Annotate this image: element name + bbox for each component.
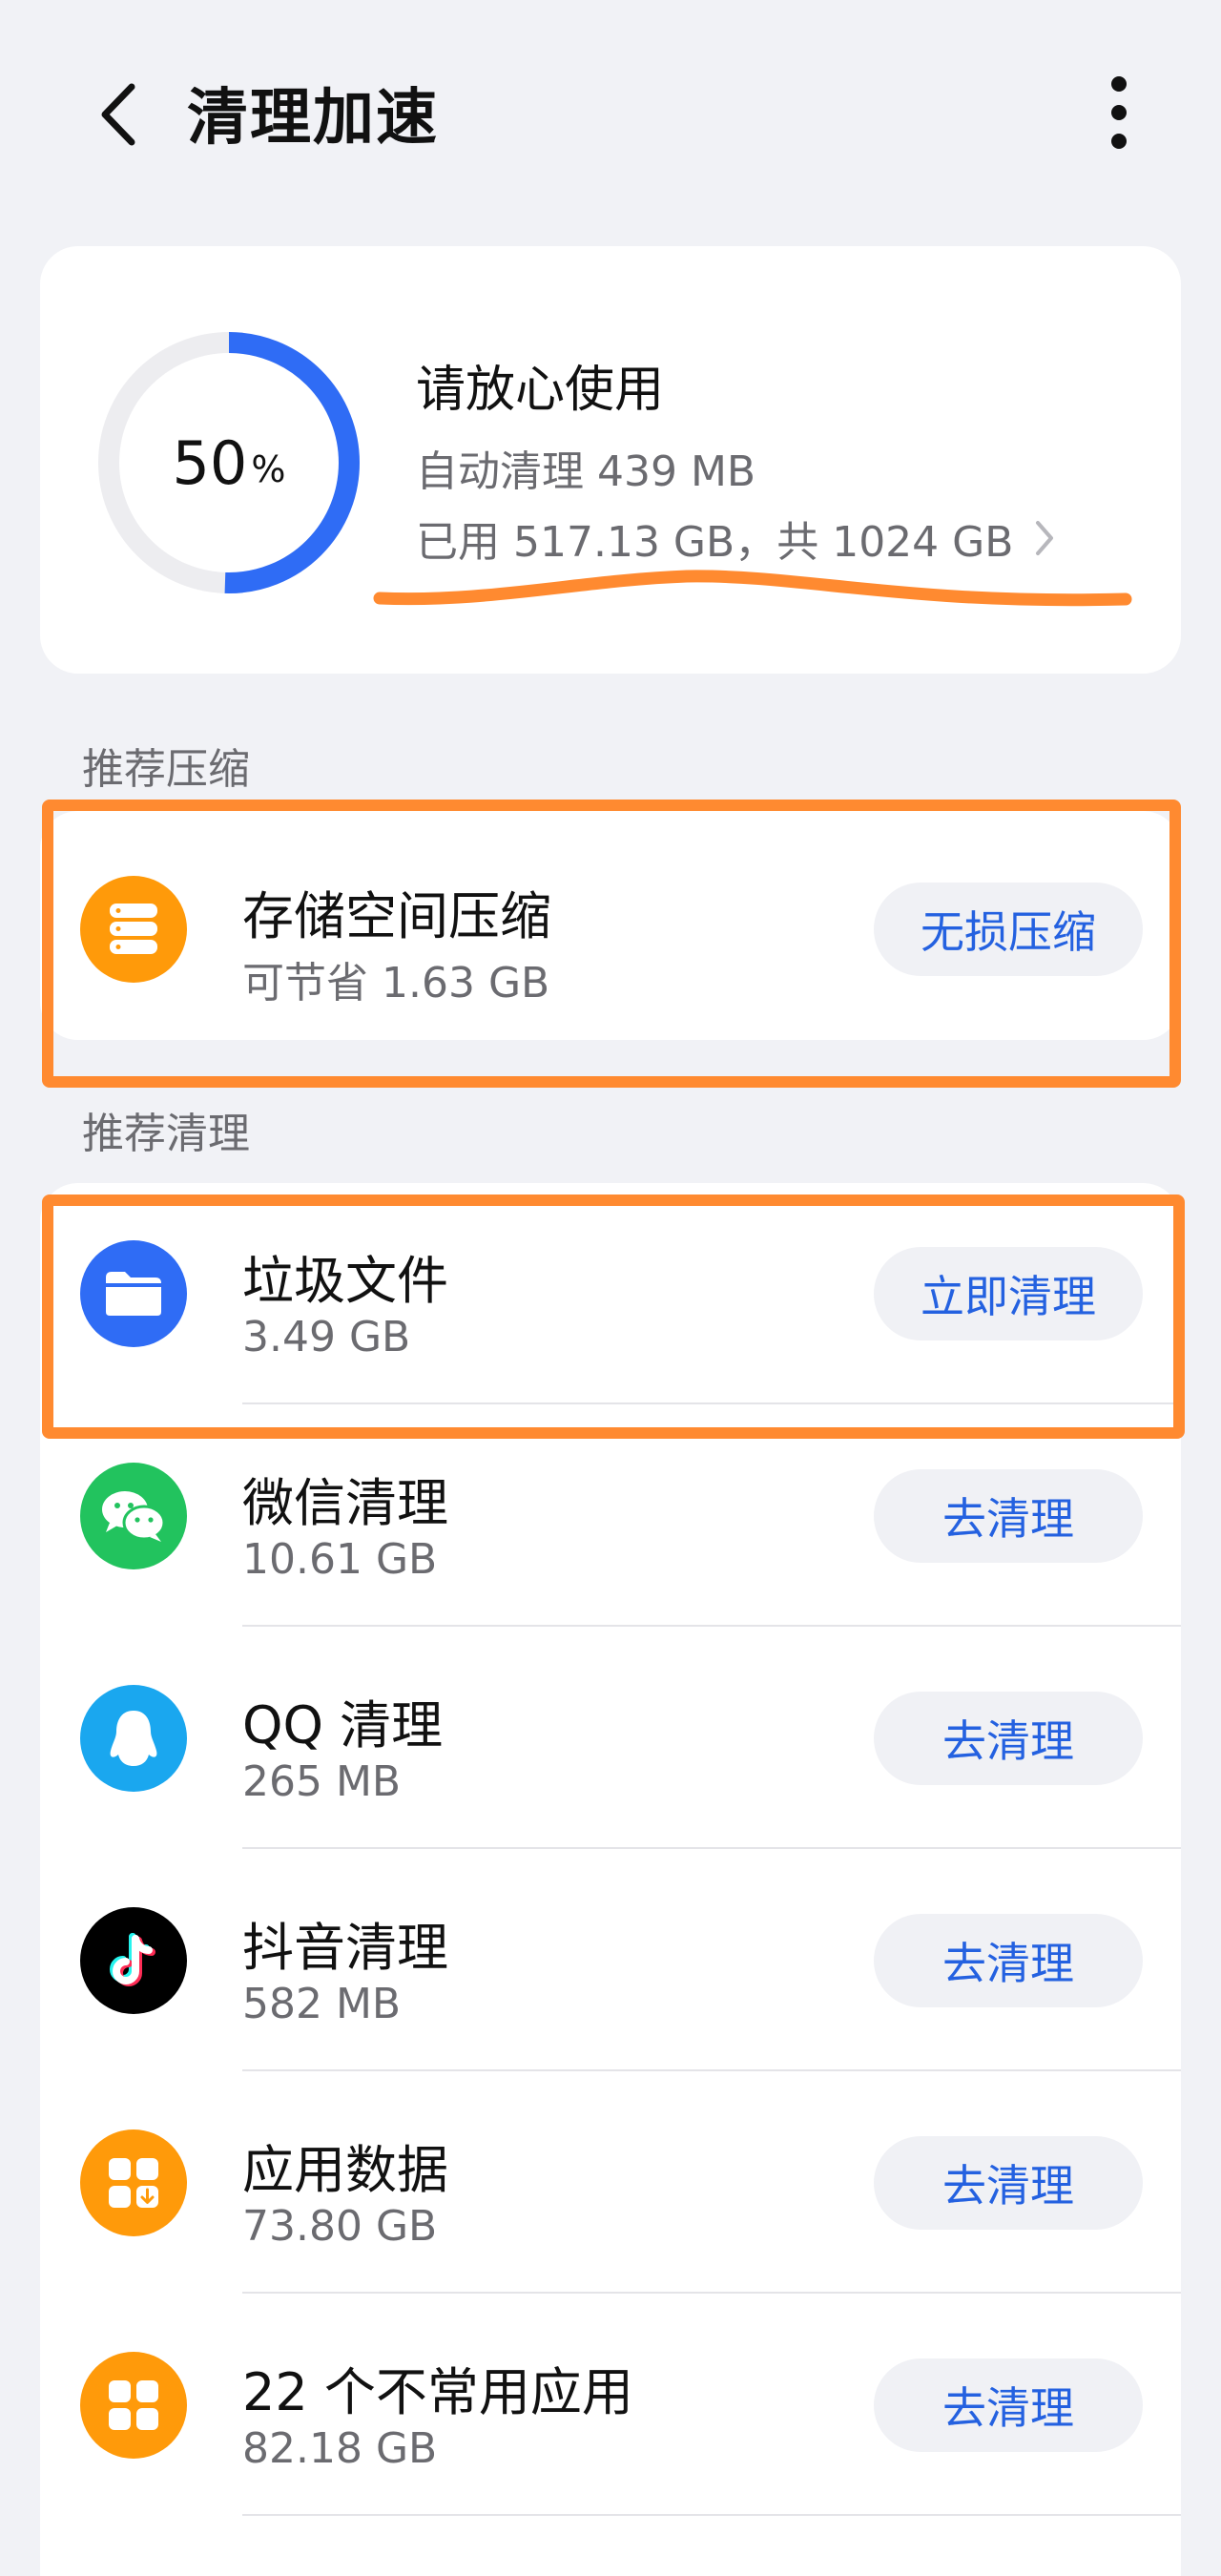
page-title: 清理加速 xyxy=(187,83,439,154)
storage-percent-value: 50 xyxy=(172,427,248,498)
storage-percent: 50% xyxy=(95,329,362,596)
chevron-left-icon xyxy=(101,83,135,146)
app-grid-download-icon xyxy=(80,2129,187,2236)
list-item-title: 22 个不常用应用 xyxy=(242,2362,633,2422)
app-bar: 清理加速 xyxy=(0,0,1221,229)
go-clean-button[interactable]: 去清理 xyxy=(874,1469,1143,1563)
more-options-button[interactable] xyxy=(1095,73,1143,153)
storage-usage-text: 已用 517.13 GB，共 1024 GB xyxy=(416,518,1014,567)
list-item-unused-apps[interactable]: 22 个不常用应用 82.18 GB 去清理 xyxy=(40,2295,1181,2516)
section-label-compress: 推荐压缩 xyxy=(82,745,250,794)
list-item-subtitle: 10.61 GB xyxy=(242,1535,438,1584)
list-item-subtitle: 73.80 GB xyxy=(242,2202,438,2251)
back-button[interactable] xyxy=(88,76,149,153)
storage-usage-link[interactable]: 已用 517.13 GB，共 1024 GB xyxy=(416,508,1055,569)
list-item-qq-clean[interactable]: QQ 清理 265 MB 去清理 xyxy=(40,1628,1181,1849)
go-clean-button[interactable]: 去清理 xyxy=(874,1692,1143,1785)
list-item-title: 应用数据 xyxy=(242,2140,448,2200)
list-item-title: 微信清理 xyxy=(242,1473,448,1533)
auto-clean-text: 自动清理 439 MB xyxy=(416,447,756,496)
go-clean-button[interactable]: 去清理 xyxy=(874,1914,1143,2007)
chevron-right-icon xyxy=(1036,521,1054,555)
list-item-subtitle: 265 MB xyxy=(242,1757,402,1806)
go-clean-button[interactable]: 去清理 xyxy=(874,2358,1143,2452)
list-item-subtitle: 82.18 GB xyxy=(242,2424,438,2473)
list-item-subtitle: 582 MB xyxy=(242,1980,402,2028)
list-item-app-data[interactable]: 应用数据 73.80 GB 去清理 xyxy=(40,2072,1181,2294)
annotation-box-compress xyxy=(42,800,1181,1088)
annotation-box-junk xyxy=(42,1195,1185,1439)
storage-percent-sign: % xyxy=(251,448,286,490)
douyin-icon xyxy=(80,1907,187,2014)
wechat-icon xyxy=(80,1463,187,1569)
more-vertical-icon xyxy=(1111,76,1127,149)
divider xyxy=(242,1847,1181,1849)
list-item-title: 抖音清理 xyxy=(242,1918,448,1978)
divider xyxy=(242,2292,1181,2294)
section-label-clean: 推荐清理 xyxy=(82,1110,250,1158)
annotation-underline xyxy=(373,570,1132,607)
list-item-douyin-clean[interactable]: 抖音清理 582 MB 去清理 xyxy=(40,1850,1181,2071)
go-clean-button[interactable]: 去清理 xyxy=(874,2136,1143,2230)
divider xyxy=(242,1625,1181,1627)
list-item-title: QQ 清理 xyxy=(242,1695,444,1755)
app-grid-icon xyxy=(80,2352,187,2459)
storage-status-title: 请放心使用 xyxy=(416,362,665,419)
divider xyxy=(242,2069,1181,2071)
divider xyxy=(242,2514,1181,2516)
qq-penguin-icon xyxy=(80,1685,187,1792)
